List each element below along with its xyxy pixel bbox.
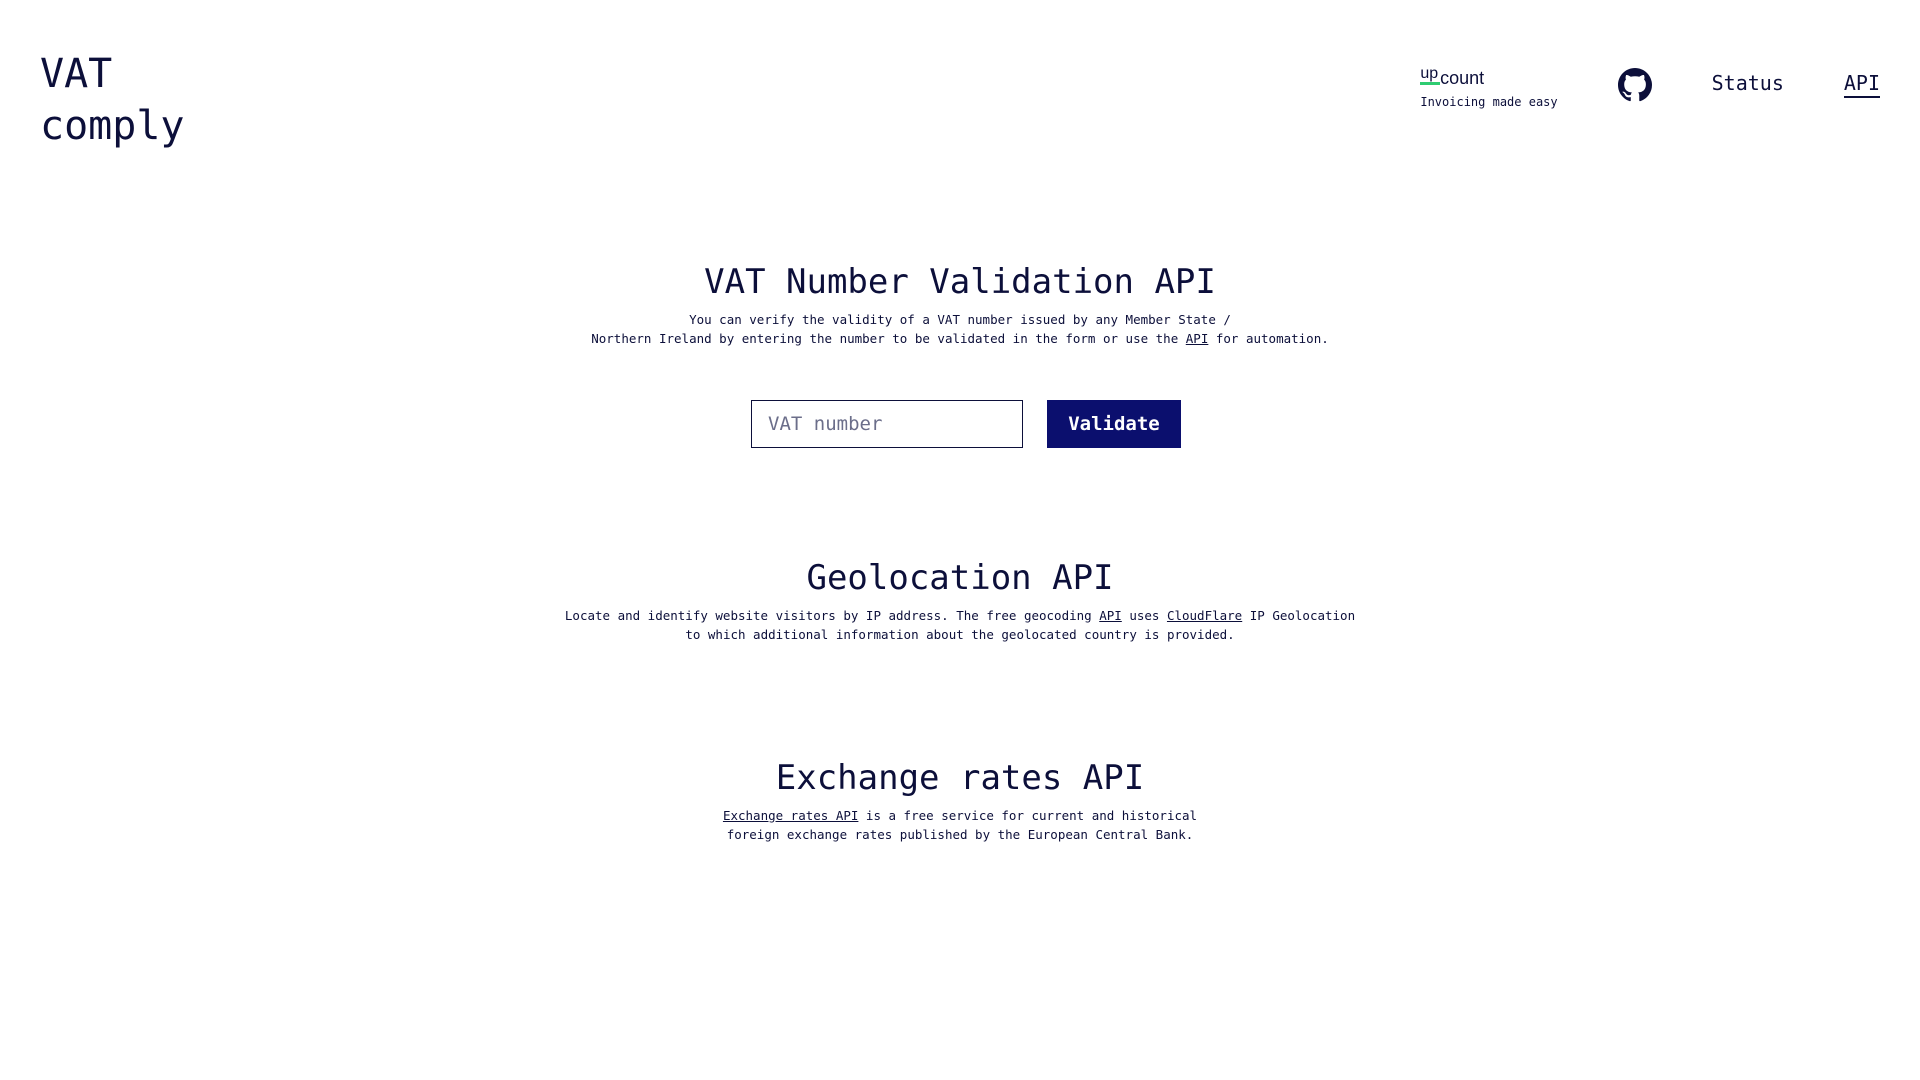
geo-desc-line-1: Locate and identify website visitors by … — [560, 606, 1360, 625]
upcount-logo: up count — [1420, 65, 1557, 92]
exchange-rates-section-title: Exchange rates API — [775, 758, 1145, 798]
vat-desc-line-2: Northern Ireland by entering the number … — [560, 329, 1360, 348]
geo-desc-text-before: Locate and identify website visitors by … — [564, 608, 1100, 623]
geo-desc-line-2: to which additional information about th… — [685, 627, 1235, 642]
vat-number-input[interactable] — [751, 400, 1023, 448]
nav-api-link[interactable]: API — [1843, 72, 1880, 98]
vat-desc-line-1: You can verify the validity of a VAT num… — [689, 312, 1231, 327]
fx-desc-text-after: is a free service for current and histor… — [858, 808, 1198, 823]
geo-api-link[interactable]: API — [1099, 608, 1122, 623]
validate-button[interactable]: Validate — [1047, 400, 1181, 448]
vat-desc-text-before: Northern Ireland by entering the number … — [591, 331, 1186, 346]
upcount-link[interactable]: up count Invoicing made easy — [1420, 65, 1558, 110]
site-header: VAT comply up count Invoicing made easy S… — [0, 0, 1920, 160]
upcount-logo-count: count — [1440, 68, 1485, 88]
exchange-rates-section: Exchange rates API Exchange rates API is… — [0, 756, 1920, 844]
site-logo[interactable]: VAT comply — [40, 48, 185, 152]
vat-section-title: VAT Number Validation API — [704, 262, 1216, 302]
github-icon — [1617, 68, 1652, 102]
upcount-logo-up: up — [1420, 65, 1440, 85]
logo-line-comply: comply — [40, 103, 185, 149]
fx-desc-line-2: foreign exchange rates published by the … — [726, 827, 1194, 842]
top-nav: up count Invoicing made easy Status API — [1420, 65, 1880, 110]
geo-desc-text-mid: uses — [1121, 608, 1167, 623]
vat-desc-text-after: for automation. — [1208, 331, 1329, 346]
vat-section-description: You can verify the validity of a VAT num… — [560, 310, 1360, 348]
vat-validation-form: Validate — [0, 400, 1920, 448]
exchange-rates-api-link[interactable]: Exchange rates API — [723, 808, 858, 823]
geolocation-section: Geolocation API Locate and identify webs… — [0, 556, 1920, 644]
fx-desc-line-1: Exchange rates API is a free service for… — [560, 806, 1360, 825]
vat-api-link[interactable]: API — [1186, 331, 1209, 346]
upcount-tagline: Invoicing made easy — [1420, 95, 1558, 109]
cloudflare-link[interactable]: CloudFlare — [1167, 608, 1242, 623]
geolocation-section-title: Geolocation API — [806, 558, 1114, 598]
vat-section: VAT Number Validation API You can verify… — [0, 260, 1920, 348]
logo-line-vat: VAT — [40, 51, 113, 97]
github-link[interactable] — [1617, 68, 1652, 102]
geolocation-section-description: Locate and identify website visitors by … — [560, 606, 1360, 644]
exchange-rates-section-description: Exchange rates API is a free service for… — [560, 806, 1360, 844]
geo-desc-text-after: IP Geolocation — [1242, 608, 1356, 623]
nav-status-link[interactable]: Status — [1712, 72, 1784, 94]
